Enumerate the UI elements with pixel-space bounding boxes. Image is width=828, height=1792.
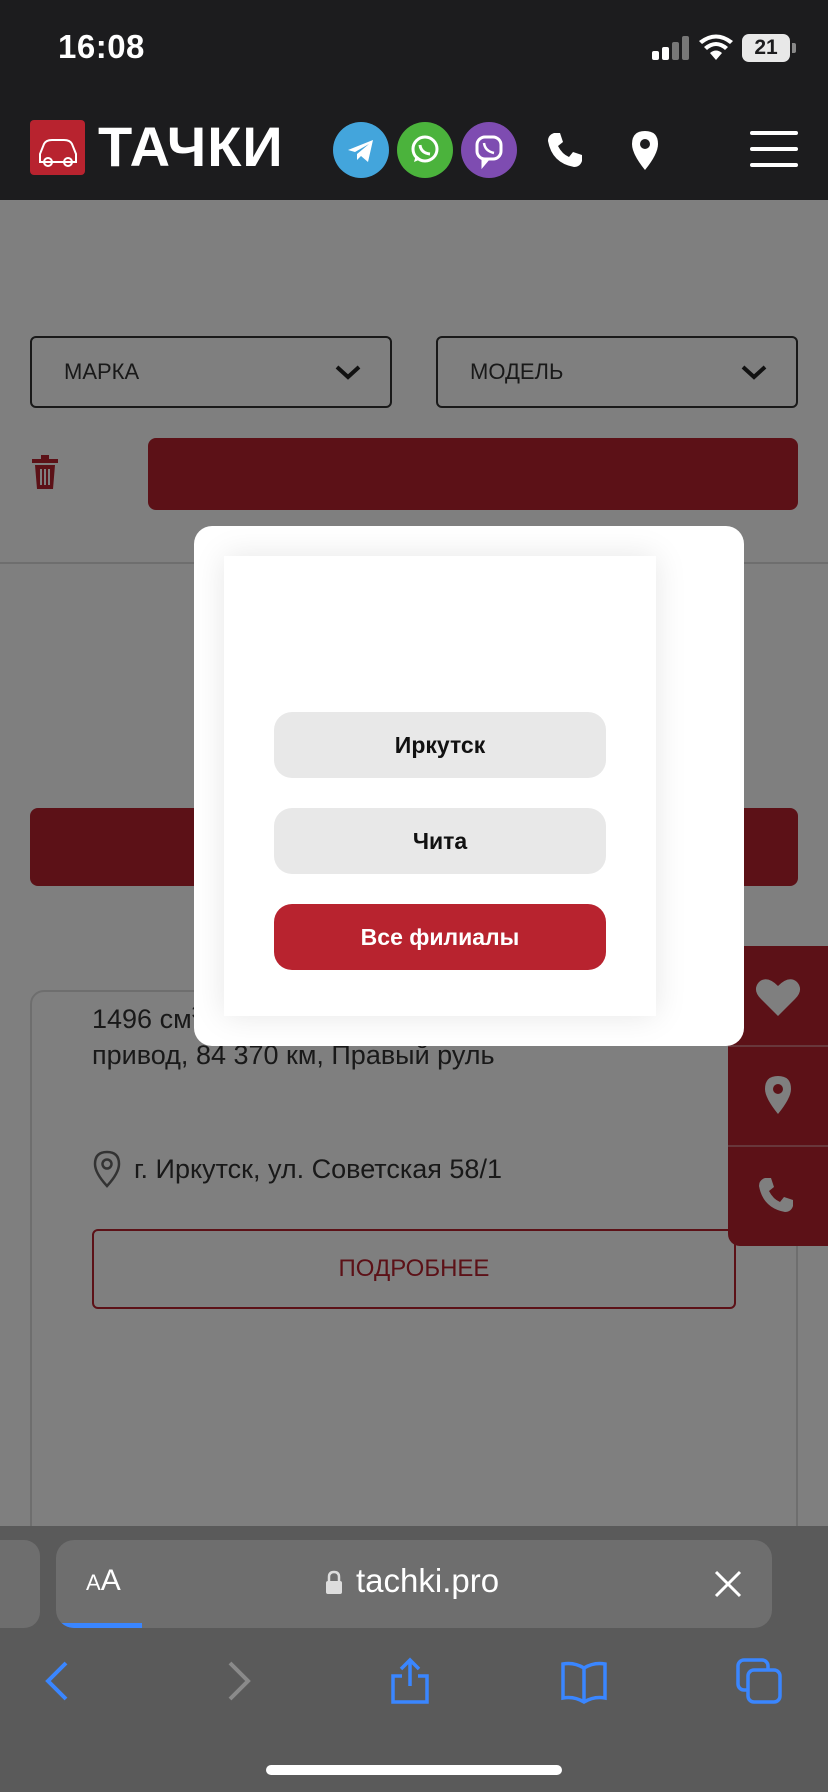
tabs-icon[interactable] (734, 1656, 784, 1706)
modal-content: Иркутск Чита Все филиалы (224, 556, 656, 1016)
viber-icon[interactable] (461, 122, 517, 178)
forward-icon[interactable] (212, 1656, 262, 1706)
whatsapp-icon[interactable] (397, 122, 453, 178)
logo-text[interactable]: ТАЧКИ (98, 114, 284, 179)
battery-tip (792, 43, 796, 53)
page-load-progress (56, 1623, 142, 1628)
url-text: tachki.pro (356, 1562, 500, 1599)
browser-chrome: AA tachki.pro (0, 1526, 828, 1792)
back-icon[interactable] (34, 1656, 84, 1706)
reader-settings-button[interactable]: AA (86, 1564, 121, 1598)
status-time: 16:08 (58, 28, 145, 65)
battery-indicator: 21 (742, 34, 790, 62)
bookmarks-icon[interactable] (559, 1656, 609, 1706)
city-button-chita[interactable]: Чита (274, 808, 606, 874)
phone-icon[interactable] (542, 127, 588, 173)
cellular-signal-icon (652, 36, 690, 60)
wifi-icon (699, 34, 733, 60)
previous-tab[interactable] (0, 1540, 40, 1628)
branch-select-modal: Иркутск Чита Все филиалы (194, 526, 744, 1046)
share-icon[interactable] (385, 1656, 435, 1706)
close-icon[interactable] (712, 1568, 744, 1600)
telegram-icon[interactable] (333, 122, 389, 178)
car-logo-icon[interactable] (30, 120, 85, 175)
home-indicator (266, 1765, 562, 1775)
location-pin-icon[interactable] (622, 127, 668, 173)
site-header: ТАЧКИ (0, 100, 828, 200)
menu-icon[interactable] (750, 131, 798, 167)
city-button-irkutsk[interactable]: Иркутск (274, 712, 606, 778)
address-bar[interactable]: AA tachki.pro (56, 1540, 772, 1628)
all-branches-button[interactable]: Все филиалы (274, 904, 606, 970)
status-bar: 16:08 21 (0, 0, 828, 100)
lock-icon (326, 1570, 342, 1594)
